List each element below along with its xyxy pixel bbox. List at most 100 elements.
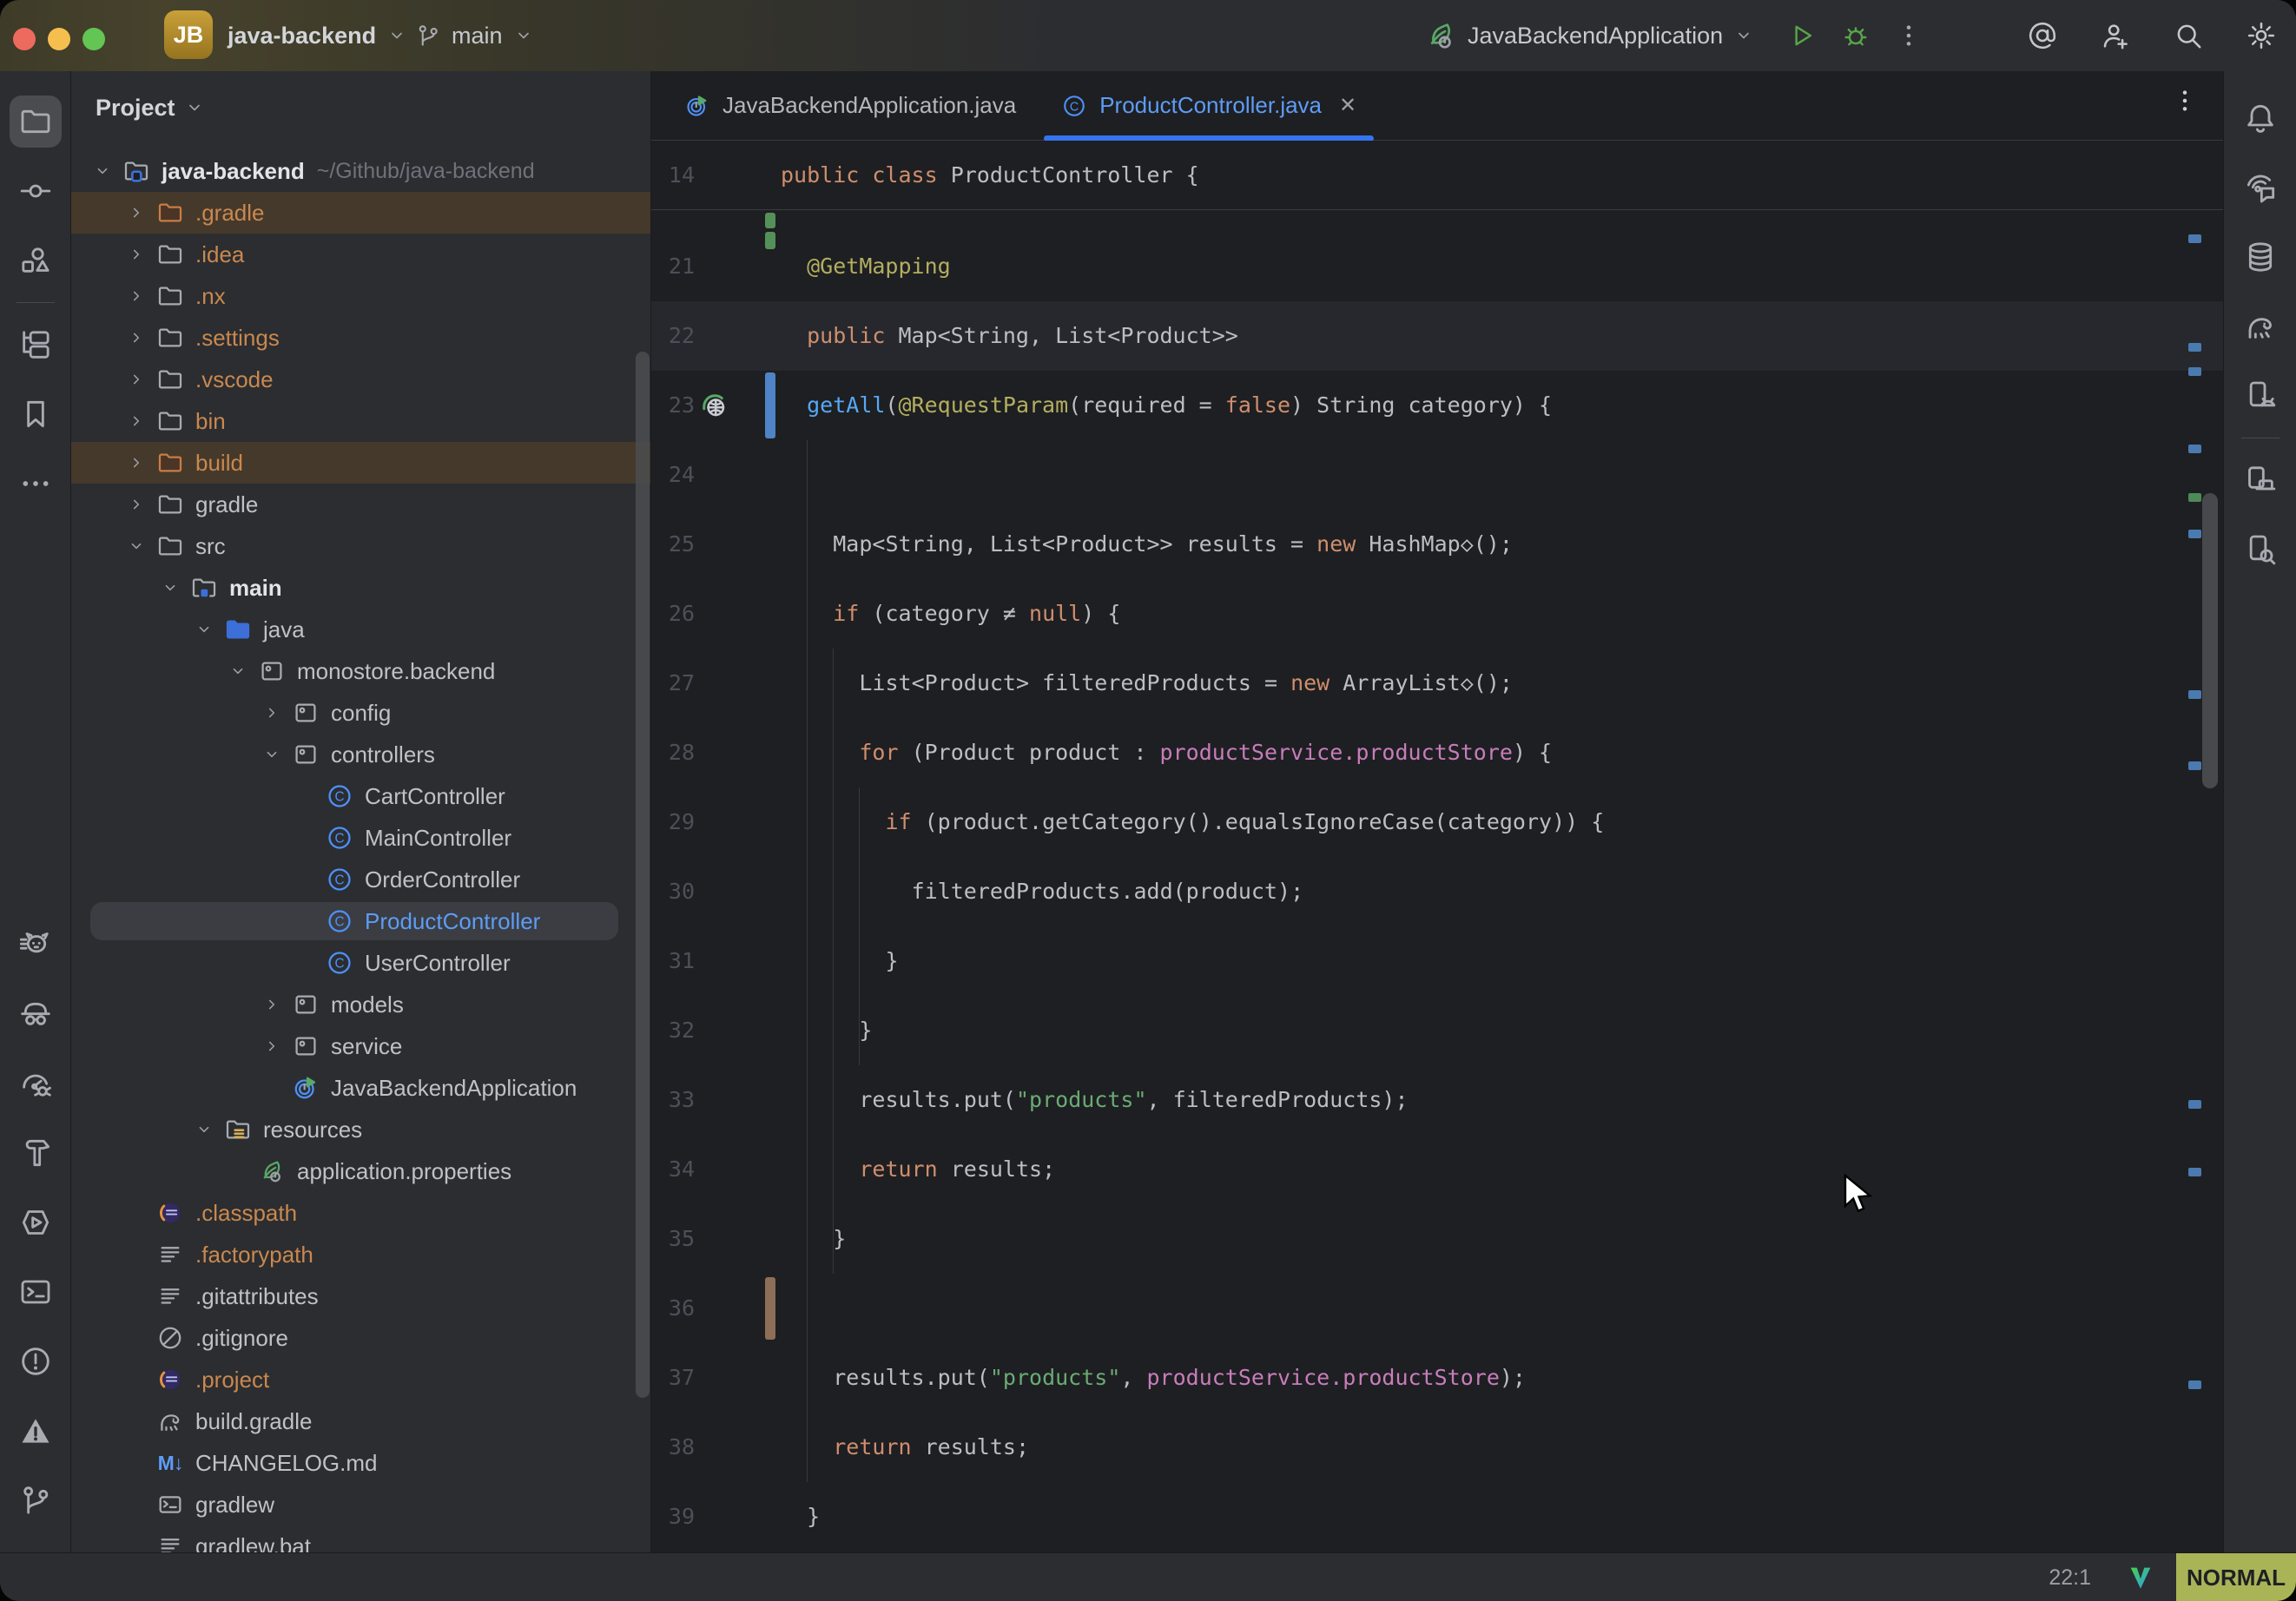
code-line-22[interactable]: 22public Map<String, List<Product>> <box>651 301 2223 371</box>
settings-icon[interactable] <box>2246 20 2277 51</box>
code-line-23[interactable]: 23getAll(@RequestParam(required = false)… <box>651 371 2223 440</box>
chevron-right-icon[interactable] <box>253 703 291 722</box>
tree-item-java-backend[interactable]: java-backend~/Github/java-backend <box>71 150 651 192</box>
tool-services[interactable] <box>10 1196 62 1249</box>
chevron-down-icon[interactable] <box>117 537 155 556</box>
code-with-me-icon[interactable] <box>2100 20 2131 51</box>
tree-item-ordercontroller[interactable]: COrderController <box>71 859 651 900</box>
run-configuration[interactable]: JavaBackendApplication <box>1468 23 1723 49</box>
branch-widget[interactable]: main <box>415 0 534 71</box>
tree-item--idea[interactable]: .idea <box>71 234 651 275</box>
tree-item--vscode[interactable]: .vscode <box>71 359 651 400</box>
tool-project[interactable] <box>10 96 62 148</box>
chevron-right-icon[interactable] <box>117 453 155 472</box>
tool-profiler[interactable] <box>10 1057 62 1110</box>
tree-item--gradle[interactable]: .gradle <box>71 192 651 234</box>
code-line-32[interactable]: 32} <box>651 996 2223 1065</box>
tree-item--classpath[interactable]: .classpath <box>71 1192 651 1234</box>
chevron-right-icon[interactable] <box>117 370 155 389</box>
tool-bookmarks[interactable] <box>10 388 62 440</box>
close-window-button[interactable] <box>13 28 36 50</box>
chevron-right-icon[interactable] <box>117 328 155 347</box>
tool-device-explorer[interactable] <box>2234 524 2286 576</box>
tree-item-models[interactable]: models <box>71 984 651 1025</box>
project-widget[interactable]: java-backend <box>228 0 407 71</box>
caret-position[interactable]: 22:1 <box>2049 1565 2091 1591</box>
tree-item--settings[interactable]: .settings <box>71 317 651 359</box>
tool-version-control[interactable] <box>10 1474 62 1526</box>
tool-more-tool-windows[interactable] <box>10 458 62 510</box>
chevron-down-icon[interactable] <box>253 745 291 764</box>
tree-item-java[interactable]: java <box>71 609 651 650</box>
tree-item-gradle[interactable]: gradle <box>71 484 651 525</box>
project-view-selector[interactable]: Project <box>96 85 205 130</box>
tree-item--factorypath[interactable]: .factorypath <box>71 1234 651 1275</box>
tree-item-gradlew-bat[interactable]: gradlew.bat <box>71 1525 651 1552</box>
tab-javabackendapplication-java[interactable]: JavaBackendApplication.java <box>662 71 1039 140</box>
tree-item-cartcontroller[interactable]: CCartController <box>71 775 651 817</box>
run-button[interactable] <box>1787 21 1817 50</box>
code-line-34[interactable]: 34return results; <box>651 1135 2223 1204</box>
code-line-26[interactable]: 26if (category ≠ null) { <box>651 579 2223 649</box>
search-everywhere-icon[interactable] <box>2173 20 2204 51</box>
code-line-24[interactable]: 24 <box>651 440 2223 510</box>
code-line-37[interactable]: 37results.put("products", productService… <box>651 1343 2223 1413</box>
chevron-right-icon[interactable] <box>117 412 155 431</box>
tree-item--gitattributes[interactable]: .gitattributes <box>71 1275 651 1317</box>
tree-item-bin[interactable]: bin <box>71 400 651 442</box>
code-line-21[interactable]: 21@GetMapping <box>651 232 2223 301</box>
tree-item-maincontroller[interactable]: CMainController <box>71 817 651 859</box>
tree-item-usercontroller[interactable]: CUserController <box>71 942 651 984</box>
tree-item-config[interactable]: config <box>71 692 651 734</box>
tree-item-build[interactable]: build <box>71 442 651 484</box>
chevron-down-icon[interactable] <box>83 161 122 181</box>
chevron-down-icon[interactable] <box>185 620 223 639</box>
tool-ai-cat[interactable] <box>10 919 62 971</box>
vim-mode-badge[interactable]: NORMAL <box>2176 1553 2296 1601</box>
close-tab-icon[interactable]: ✕ <box>1339 93 1356 118</box>
code-line-31[interactable]: 31} <box>651 926 2223 996</box>
tree-item--nx[interactable]: .nx <box>71 275 651 317</box>
code-line-29[interactable]: 29if (product.getCategory().equalsIgnore… <box>651 787 2223 857</box>
zoom-window-button[interactable] <box>82 28 105 50</box>
tree-item-build-gradle[interactable]: build.gradle <box>71 1400 651 1442</box>
tree-item-application-properties[interactable]: application.properties <box>71 1150 651 1192</box>
chevron-right-icon[interactable] <box>253 995 291 1014</box>
chevron-down-icon[interactable] <box>219 662 257 681</box>
chevron-down-icon[interactable] <box>151 578 189 597</box>
tool-commit[interactable] <box>10 165 62 217</box>
tool-hierarchy[interactable] <box>10 319 62 371</box>
debug-button[interactable] <box>1841 21 1870 50</box>
chevron-right-icon[interactable] <box>117 203 155 222</box>
tree-item-gradlew[interactable]: gradlew <box>71 1484 651 1525</box>
minimize-window-button[interactable] <box>48 28 70 50</box>
tool-device-mirror[interactable] <box>2234 454 2286 506</box>
tree-item-src[interactable]: src <box>71 525 651 567</box>
more-actions-icon[interactable] <box>1895 22 1923 49</box>
tab-productcontroller-java[interactable]: CProductController.java✕ <box>1039 71 1379 140</box>
tool-warnings[interactable] <box>10 1405 62 1457</box>
code-line-28[interactable]: 28for (Product product : productService.… <box>651 718 2223 787</box>
code-line-33[interactable]: 33results.put("products", filteredProduc… <box>651 1065 2223 1135</box>
rest-endpoint-icon[interactable] <box>698 390 729 421</box>
tree-item-monostore-backend[interactable]: monostore.backend <box>71 650 651 692</box>
editor-scrollbar[interactable] <box>2202 493 2218 788</box>
tree-item-main[interactable]: main <box>71 567 651 609</box>
tool-build[interactable] <box>10 1127 62 1179</box>
tool-problems[interactable] <box>10 1335 62 1387</box>
code-line-36[interactable]: 36 <box>651 1274 2223 1343</box>
tool-incognito[interactable] <box>10 988 62 1040</box>
tool-terminal[interactable] <box>10 1266 62 1318</box>
tool-database[interactable] <box>2234 231 2286 283</box>
editor-more-icon[interactable] <box>2171 87 2199 115</box>
tree-item-javabackendapplication[interactable]: JavaBackendApplication <box>71 1067 651 1109</box>
tree-item-service[interactable]: service <box>71 1025 651 1067</box>
tree-item-changelog-md[interactable]: M↓CHANGELOG.md <box>71 1442 651 1484</box>
tool-gradle[interactable] <box>2234 300 2286 352</box>
tree-item--gitignore[interactable]: .gitignore <box>71 1317 651 1359</box>
chevron-right-icon[interactable] <box>117 287 155 306</box>
code-line-30[interactable]: 30filteredProducts.add(product); <box>651 857 2223 926</box>
tree-item-controllers[interactable]: controllers <box>71 734 651 775</box>
tool-structure[interactable] <box>10 234 62 287</box>
tree-item-resources[interactable]: resources <box>71 1109 651 1150</box>
